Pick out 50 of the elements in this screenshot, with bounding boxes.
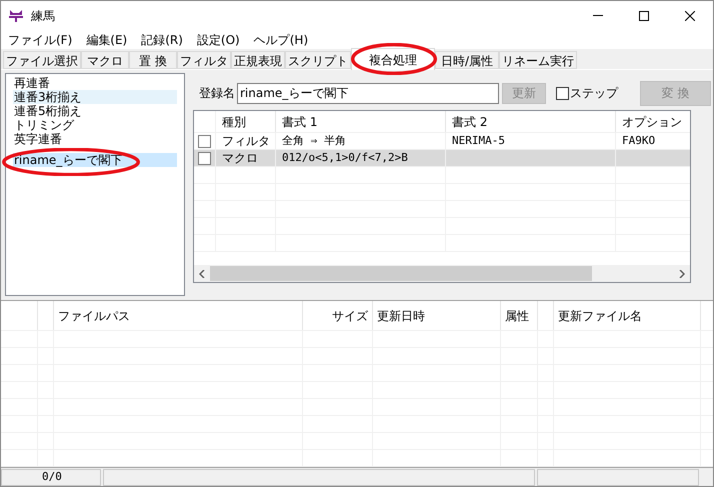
table-cell: フィルタ: [216, 133, 276, 149]
macro-list-item[interactable]: 英字連番: [13, 132, 177, 146]
step-label: ステップ: [570, 85, 618, 102]
close-icon: [685, 10, 695, 20]
macro-list-item[interactable]: トリミング: [13, 118, 177, 132]
column-header[interactable]: 書式 1: [276, 111, 446, 132]
menu-item[interactable]: ファイル(F): [1, 30, 80, 48]
menu-item[interactable]: 編集(E): [79, 30, 134, 48]
window-title: 練馬: [31, 8, 55, 24]
column-header[interactable]: 種別: [216, 111, 276, 132]
tab[interactable]: 置 換: [129, 51, 177, 69]
macro-list-item[interactable]: riname_らーで閣下: [13, 153, 177, 167]
tab[interactable]: 正規表現: [231, 51, 285, 69]
name-field[interactable]: riname_らーで閣下: [237, 82, 499, 104]
app-logo-icon: [9, 10, 23, 22]
status-count: 0/0: [1, 469, 101, 486]
column-header[interactable]: 更新ファイル名: [554, 301, 701, 330]
macro-list-item[interactable]: 連番5桁揃え: [13, 104, 177, 118]
table-cell: 012/o<5,1>0/f<7,2>B: [276, 150, 446, 166]
column-header[interactable]: オプション: [616, 111, 690, 132]
scroll-right-icon: [679, 270, 685, 278]
menu-item[interactable]: 記録(R): [134, 30, 190, 48]
tab[interactable]: リネーム実行: [499, 51, 577, 69]
table-cell: マクロ: [216, 150, 276, 166]
macro-list-item[interactable]: 連番3桁揃え: [13, 90, 177, 104]
menu-item[interactable]: 設定(O): [190, 30, 247, 48]
row-checkbox[interactable]: [198, 152, 211, 164]
tab[interactable]: 日時/属性: [435, 51, 499, 69]
column-header[interactable]: 属性: [501, 301, 538, 330]
column-header[interactable]: ファイルパス: [54, 301, 303, 330]
scroll-left-icon: [199, 270, 205, 278]
tab[interactable]: スクリプト: [285, 51, 351, 69]
horizontal-scrollbar[interactable]: [194, 265, 690, 282]
column-header[interactable]: 更新日時: [373, 301, 501, 330]
menu-item[interactable]: ヘルプ(H): [246, 30, 316, 48]
tab[interactable]: ファイル選択: [3, 51, 81, 69]
table-cell: NERIMA-5: [446, 133, 616, 149]
row-checkbox[interactable]: [198, 134, 211, 148]
tab[interactable]: マクロ: [81, 51, 129, 69]
maximize-icon: [639, 10, 649, 20]
table-cell: 全角 ⇒ 半角: [276, 133, 446, 149]
scrollbar-thumb[interactable]: [210, 266, 592, 281]
step-checkbox[interactable]: [556, 86, 569, 100]
minimize-icon: [593, 15, 603, 16]
column-header[interactable]: 書式 2: [446, 111, 616, 132]
name-label: 登録名: [199, 85, 235, 102]
tab[interactable]: フィルタ: [177, 51, 231, 69]
column-header[interactable]: サイズ: [303, 301, 373, 330]
macro-list-item[interactable]: 再連番: [13, 76, 177, 90]
table-cell: FA9KO: [616, 133, 690, 149]
